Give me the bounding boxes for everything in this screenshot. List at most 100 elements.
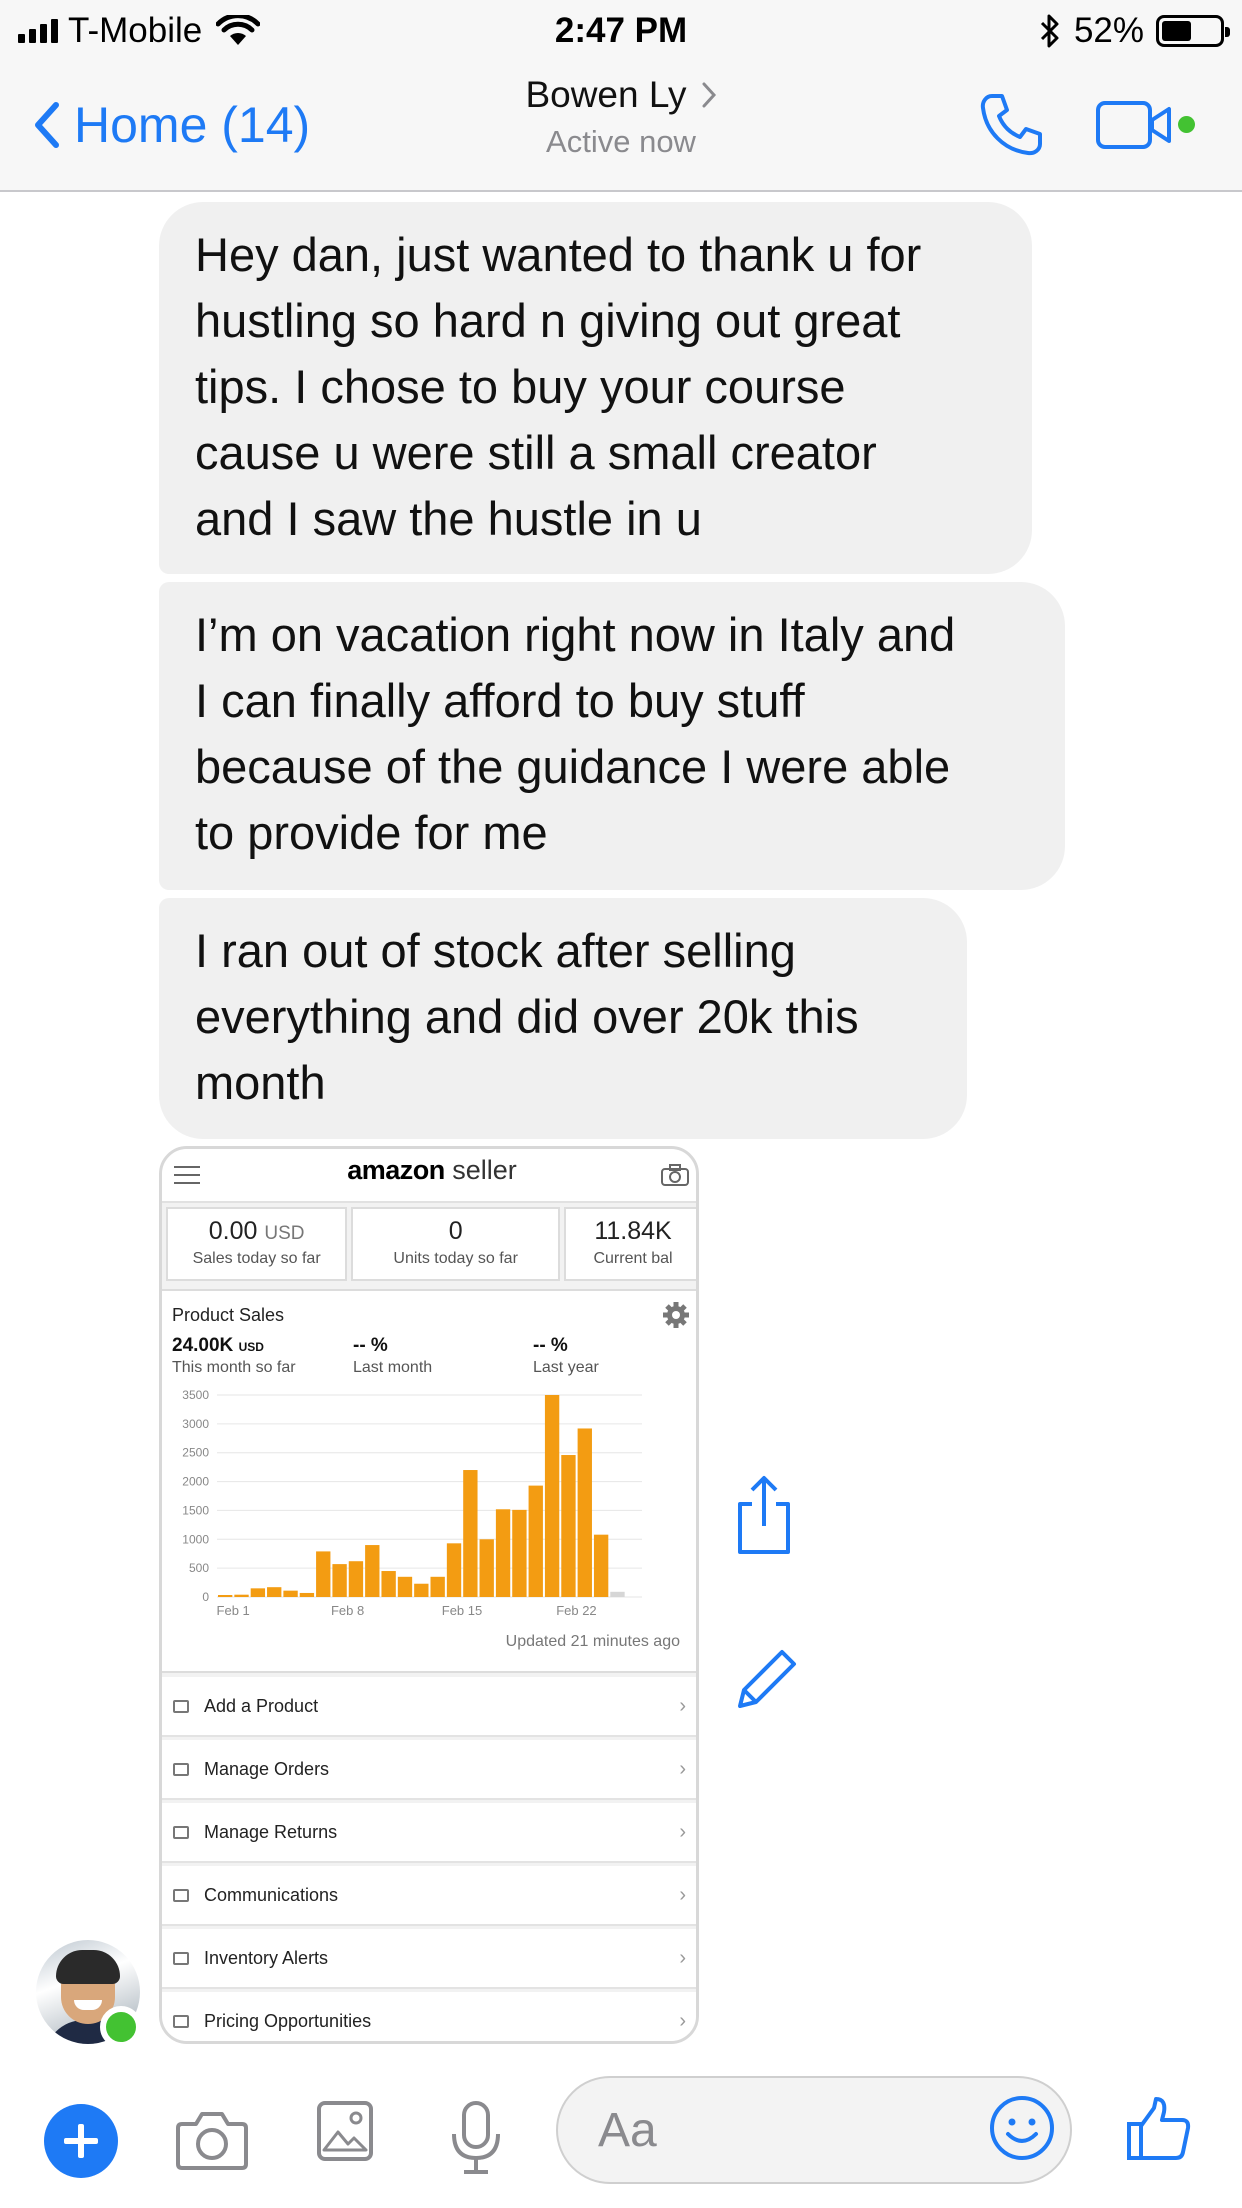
metric-label: Last year xyxy=(533,1359,599,1376)
menu-inventory-alerts[interactable]: Inventory Alerts › xyxy=(162,1929,696,1989)
alert-icon xyxy=(173,1951,189,1965)
image-icon xyxy=(317,2101,373,2161)
menu-label: Communications xyxy=(204,1884,339,1905)
chevron-right-icon: › xyxy=(679,1694,686,1717)
chart-bar xyxy=(381,1571,396,1597)
video-camera-icon xyxy=(1096,101,1171,149)
card-title: Product Sales xyxy=(172,1305,285,1325)
updated-label: Updated 21 minutes ago xyxy=(505,1633,680,1650)
chart-bar xyxy=(561,1455,576,1597)
sales-bar-chart: 3500 3000 2500 2000 1500 1000 500 0 Feb 1 Feb 8 Fe… xyxy=(182,1388,642,1618)
x-tick-label: Feb 22 xyxy=(556,1603,596,1618)
chart-bar xyxy=(316,1551,331,1597)
price-icon xyxy=(173,2014,189,2028)
x-tick-label: Feb 8 xyxy=(331,1603,364,1618)
amazon-seller-logo: amazon seller xyxy=(162,1155,696,1186)
message-bubble[interactable]: I ran out of stock after selling everyth… xyxy=(159,898,967,1139)
battery-icon xyxy=(1156,15,1230,47)
stat-sales-today: 0.00 USD Sales today so far xyxy=(166,1207,348,1281)
message-line: month xyxy=(195,1056,326,1109)
chevron-right-icon: › xyxy=(679,1946,686,1969)
menu-communications[interactable]: Communications › xyxy=(162,1866,696,1926)
message-line: I ran out of stock after selling xyxy=(195,924,796,977)
product-sales-card: Product Sales 24.00K USD This month so f… xyxy=(162,1289,696,1673)
orders-icon xyxy=(173,1762,189,1776)
chart-bar xyxy=(610,1591,625,1597)
like-button[interactable] xyxy=(1126,2096,1192,2167)
menu-label: Inventory Alerts xyxy=(204,1947,329,1968)
phone-icon xyxy=(980,94,1042,156)
y-tick-label: 1500 xyxy=(182,1503,209,1517)
message-line: I can finally afford to buy stuff xyxy=(195,674,805,727)
message-bubble[interactable]: I’m on vacation right now in Italy and I… xyxy=(159,582,1065,890)
chevron-right-icon xyxy=(702,82,716,108)
metric-value: -- % xyxy=(533,1335,568,1356)
chart-bar xyxy=(446,1543,462,1597)
metric-value: 24.00K xyxy=(172,1335,234,1356)
message-line: to provide for me xyxy=(195,806,548,859)
chevron-right-icon: › xyxy=(679,1757,686,1780)
metric-value: -- % xyxy=(353,1335,388,1356)
metric-label: This month so far xyxy=(172,1359,296,1376)
chart-bar xyxy=(348,1561,364,1597)
chart-bar xyxy=(495,1509,511,1597)
menu-label: Manage Orders xyxy=(204,1758,330,1779)
avatar-online-indicator xyxy=(100,2006,142,2048)
stat-label: Current bal xyxy=(593,1250,673,1267)
menu-label: Manage Returns xyxy=(204,1821,338,1842)
chart-bar xyxy=(430,1576,445,1597)
message-line: I’m on vacation right now in Italy and xyxy=(195,608,956,661)
chart-bar xyxy=(218,1595,233,1597)
chart-bar xyxy=(365,1545,380,1597)
battery-percent: 52% xyxy=(1073,11,1144,50)
x-tick-label: Feb 15 xyxy=(442,1603,482,1618)
stat-units-today: 0 Units today so far xyxy=(351,1207,561,1281)
microphone-icon xyxy=(452,2101,500,2174)
chart-bar xyxy=(577,1428,592,1597)
camera-button[interactable] xyxy=(176,2108,248,2175)
message-line: hustling so hard n giving out great xyxy=(195,294,901,347)
composer-bar xyxy=(0,2044,1242,2208)
edit-button[interactable] xyxy=(734,1642,804,1717)
message-line: because of the guidance I were able xyxy=(195,740,951,793)
y-tick-label: 2500 xyxy=(182,1446,209,1460)
chart-bar xyxy=(397,1576,413,1597)
y-tick-label: 3000 xyxy=(182,1417,209,1431)
contact-status: Active now xyxy=(546,124,696,159)
share-button[interactable] xyxy=(734,1474,794,1561)
contact-name: Bowen Ly xyxy=(525,74,687,115)
menu-label: Pricing Opportunities xyxy=(204,2010,372,2031)
menu-manage-returns[interactable]: Manage Returns › xyxy=(162,1803,696,1863)
contact-header[interactable]: Bowen Ly Active now xyxy=(0,74,1242,160)
chart-bar xyxy=(463,1470,478,1597)
emoji-button[interactable] xyxy=(988,2094,1056,2167)
chart-bar xyxy=(512,1509,527,1597)
stat-label: Units today so far xyxy=(393,1250,518,1267)
message-bubble[interactable]: Hey dan, just wanted to thank u for hust… xyxy=(159,202,1032,574)
stat-current-balance: 11.84K Current bal xyxy=(564,1207,696,1281)
gear-icon xyxy=(663,1302,689,1328)
video-call-button[interactable] xyxy=(1095,100,1175,157)
microphone-button[interactable] xyxy=(450,2100,502,2181)
contact-name-row[interactable]: Bowen Ly xyxy=(525,74,716,116)
metric-label: Last month xyxy=(353,1359,433,1376)
thumbs-up-icon xyxy=(1127,2097,1191,2160)
y-tick-label: 2000 xyxy=(182,1475,209,1489)
brand-bold: amazon xyxy=(347,1155,445,1185)
more-actions-button[interactable] xyxy=(44,2104,118,2178)
smiley-icon xyxy=(990,2096,1054,2160)
metric-last-year: -- % Last year xyxy=(533,1335,599,1377)
chart-bar xyxy=(528,1485,543,1597)
menu-manage-orders[interactable]: Manage Orders › xyxy=(162,1740,696,1800)
menu-add-product[interactable]: Add a Product › xyxy=(162,1677,696,1737)
message-line: everything and did over 20k this xyxy=(195,990,859,1043)
call-button[interactable] xyxy=(978,92,1044,163)
y-tick-label: 500 xyxy=(189,1561,209,1575)
menu-pricing-opportunities[interactable]: Pricing Opportunities › xyxy=(162,1992,696,2041)
tag-icon xyxy=(173,1699,189,1713)
image-attachment[interactable]: amazon seller 0.00 USD Sales today so fa… xyxy=(159,1146,699,2044)
x-tick-label: Feb 1 xyxy=(217,1603,250,1618)
stat-value: 0 xyxy=(448,1217,463,1245)
nav-bar: Home (14) Bowen Ly Active now xyxy=(0,62,1242,192)
gallery-button[interactable] xyxy=(316,2100,374,2167)
